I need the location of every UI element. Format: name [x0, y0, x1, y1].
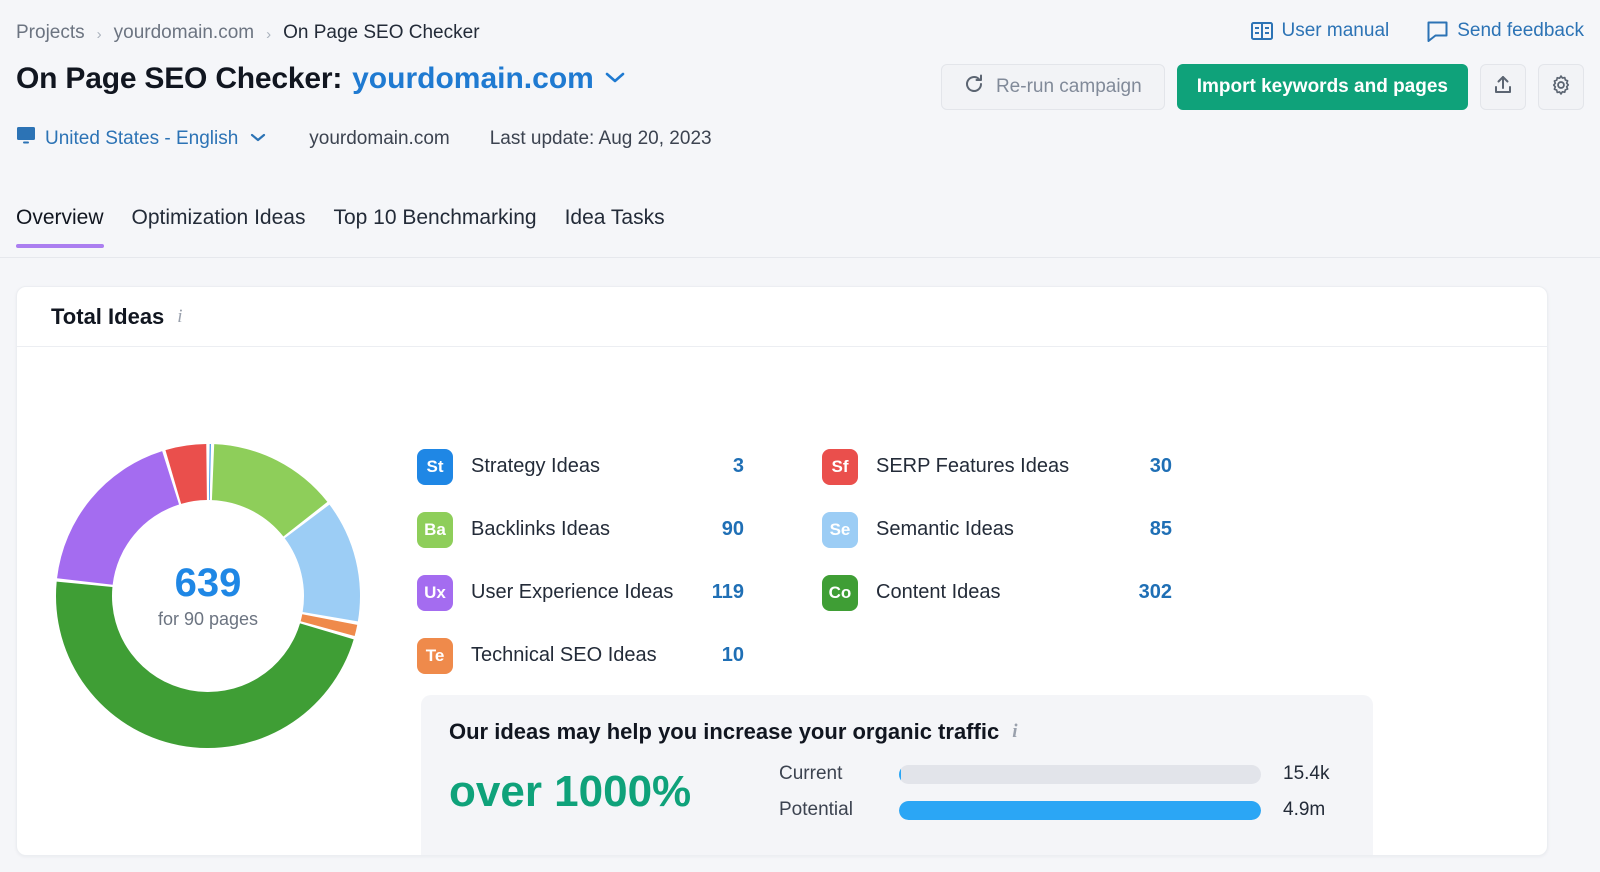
page-root: Projects › yourdomain.com › On Page SEO … [0, 0, 1600, 872]
legend-item-technical-seo-ideas[interactable]: Te Technical SEO Ideas 10 [417, 624, 762, 687]
legend-label: SERP Features Ideas [876, 455, 1069, 478]
strategy-badge-icon: St [417, 449, 453, 485]
legend-value: 302 [1139, 581, 1172, 604]
bar-value: 4.9m [1283, 799, 1325, 821]
refresh-icon [964, 74, 984, 100]
progress-fill [899, 765, 901, 784]
upload-icon [1492, 74, 1514, 101]
import-keywords-button[interactable]: Import keywords and pages [1177, 64, 1468, 110]
traffic-title-text: Our ideas may help you increase your org… [449, 719, 999, 745]
serp-features-badge-icon: Sf [822, 449, 858, 485]
breadcrumb-separator: › [97, 27, 102, 42]
backlinks-badge-icon: Ba [417, 512, 453, 548]
page-title: On Page SEO Checker: yourdomain.com [16, 62, 625, 96]
breadcrumb-item-domain[interactable]: yourdomain.com [114, 22, 254, 44]
tab-bar: Overview Optimization Ideas Top 10 Bench… [0, 206, 1600, 258]
card-body: 639 for 90 pages St Strategy Ideas 3 Ba … [17, 347, 1547, 855]
meta-domain: yourdomain.com [309, 128, 449, 150]
book-icon [1251, 21, 1273, 41]
legend-label: User Experience Ideas [471, 581, 673, 604]
progress-bar-potential [899, 801, 1261, 820]
rerun-campaign-label: Re-run campaign [996, 76, 1142, 98]
breadcrumb-item-current: On Page SEO Checker [283, 22, 479, 44]
breadcrumb-separator: › [266, 27, 271, 42]
settings-button[interactable] [1538, 64, 1584, 110]
legend-label: Semantic Ideas [876, 518, 1014, 541]
tab-idea-tasks[interactable]: Idea Tasks [551, 206, 679, 248]
traffic-row-potential: Potential 4.9m [779, 799, 1343, 821]
card-title: Total Ideas [51, 304, 164, 330]
meta-row: United States - English yourdomain.com L… [16, 126, 712, 151]
legend-item-content-ideas[interactable]: Co Content Ideas 302 [822, 561, 1172, 624]
chevron-down-icon[interactable] [605, 68, 625, 89]
ideas-legend: St Strategy Ideas 3 Ba Backlinks Ideas 9… [417, 435, 1172, 687]
progress-bar-current [899, 765, 1261, 784]
legend-value: 90 [722, 518, 762, 541]
legend-item-user-experience-ideas[interactable]: Ux User Experience Ideas 119 [417, 561, 762, 624]
chevron-down-icon [250, 130, 266, 147]
legend-column-left: St Strategy Ideas 3 Ba Backlinks Ideas 9… [417, 435, 762, 687]
traffic-panel-title: Our ideas may help you increase your org… [449, 719, 1343, 745]
legend-item-serp-features-ideas[interactable]: Sf SERP Features Ideas 30 [822, 435, 1172, 498]
user-manual-label: User manual [1282, 20, 1390, 42]
rerun-campaign-button[interactable]: Re-run campaign [941, 64, 1165, 110]
traffic-bars: Current 15.4k Potential 4.9m [779, 763, 1343, 821]
bar-value: 15.4k [1283, 763, 1329, 785]
gear-icon [1550, 74, 1572, 101]
locale-label: United States - English [45, 128, 238, 150]
progress-fill [899, 801, 1261, 820]
legend-label: Technical SEO Ideas [471, 644, 657, 667]
legend-item-semantic-ideas[interactable]: Se Semantic Ideas 85 [822, 498, 1172, 561]
legend-value: 119 [712, 581, 762, 604]
legend-column-right: Sf SERP Features Ideas 30 Se Semantic Id… [822, 435, 1172, 687]
legend-value: 3 [733, 455, 762, 478]
page-title-prefix: On Page SEO Checker: [16, 62, 342, 96]
traffic-panel-body: over 1000% Current 15.4k Potential [449, 763, 1343, 821]
bar-label: Potential [779, 799, 899, 821]
content-badge-icon: Co [822, 575, 858, 611]
export-button[interactable] [1480, 64, 1526, 110]
traffic-row-current: Current 15.4k [779, 763, 1343, 785]
locale-selector[interactable]: United States - English [16, 126, 266, 151]
speech-bubble-icon [1427, 21, 1448, 42]
monitor-icon [16, 126, 36, 151]
top-links: User manual Send feedback [1251, 20, 1584, 42]
technical-seo-badge-icon: Te [417, 638, 453, 674]
tab-top-10-benchmarking[interactable]: Top 10 Benchmarking [319, 206, 550, 248]
bar-label: Current [779, 763, 899, 785]
total-ideas-donut-chart: 639 for 90 pages [53, 441, 363, 751]
breadcrumb: Projects › yourdomain.com › On Page SEO … [16, 22, 480, 44]
legend-label: Strategy Ideas [471, 455, 600, 478]
page-title-domain[interactable]: yourdomain.com [352, 62, 594, 96]
tab-overview[interactable]: Overview [16, 206, 118, 248]
user-manual-link[interactable]: User manual [1251, 20, 1390, 42]
legend-item-strategy-ideas[interactable]: St Strategy Ideas 3 [417, 435, 762, 498]
header-actions: Re-run campaign Import keywords and page… [941, 64, 1584, 110]
legend-label: Content Ideas [876, 581, 1001, 604]
legend-value: 30 [1150, 455, 1172, 478]
legend-value: 85 [1150, 518, 1172, 541]
info-icon[interactable]: i [1012, 721, 1017, 743]
send-feedback-label: Send feedback [1457, 20, 1584, 42]
donut-segment[interactable] [209, 444, 211, 500]
legend-item-backlinks-ideas[interactable]: Ba Backlinks Ideas 90 [417, 498, 762, 561]
legend-label: Backlinks Ideas [471, 518, 610, 541]
organic-traffic-panel: Our ideas may help you increase your org… [421, 695, 1373, 856]
tab-optimization-ideas[interactable]: Optimization Ideas [118, 206, 320, 248]
user-experience-badge-icon: Ux [417, 575, 453, 611]
send-feedback-link[interactable]: Send feedback [1427, 20, 1584, 42]
breadcrumb-item-projects[interactable]: Projects [16, 22, 85, 44]
total-ideas-card: Total Ideas i 639 for 90 pages St Strate… [16, 286, 1548, 856]
card-header: Total Ideas i [17, 287, 1547, 347]
meta-last-update: Last update: Aug 20, 2023 [490, 128, 712, 150]
legend-value: 10 [722, 644, 762, 667]
info-icon[interactable]: i [177, 306, 182, 328]
donut-svg [53, 441, 363, 751]
donut-segment[interactable] [57, 451, 179, 585]
semantic-badge-icon: Se [822, 512, 858, 548]
traffic-increase-percent: over 1000% [449, 767, 779, 817]
